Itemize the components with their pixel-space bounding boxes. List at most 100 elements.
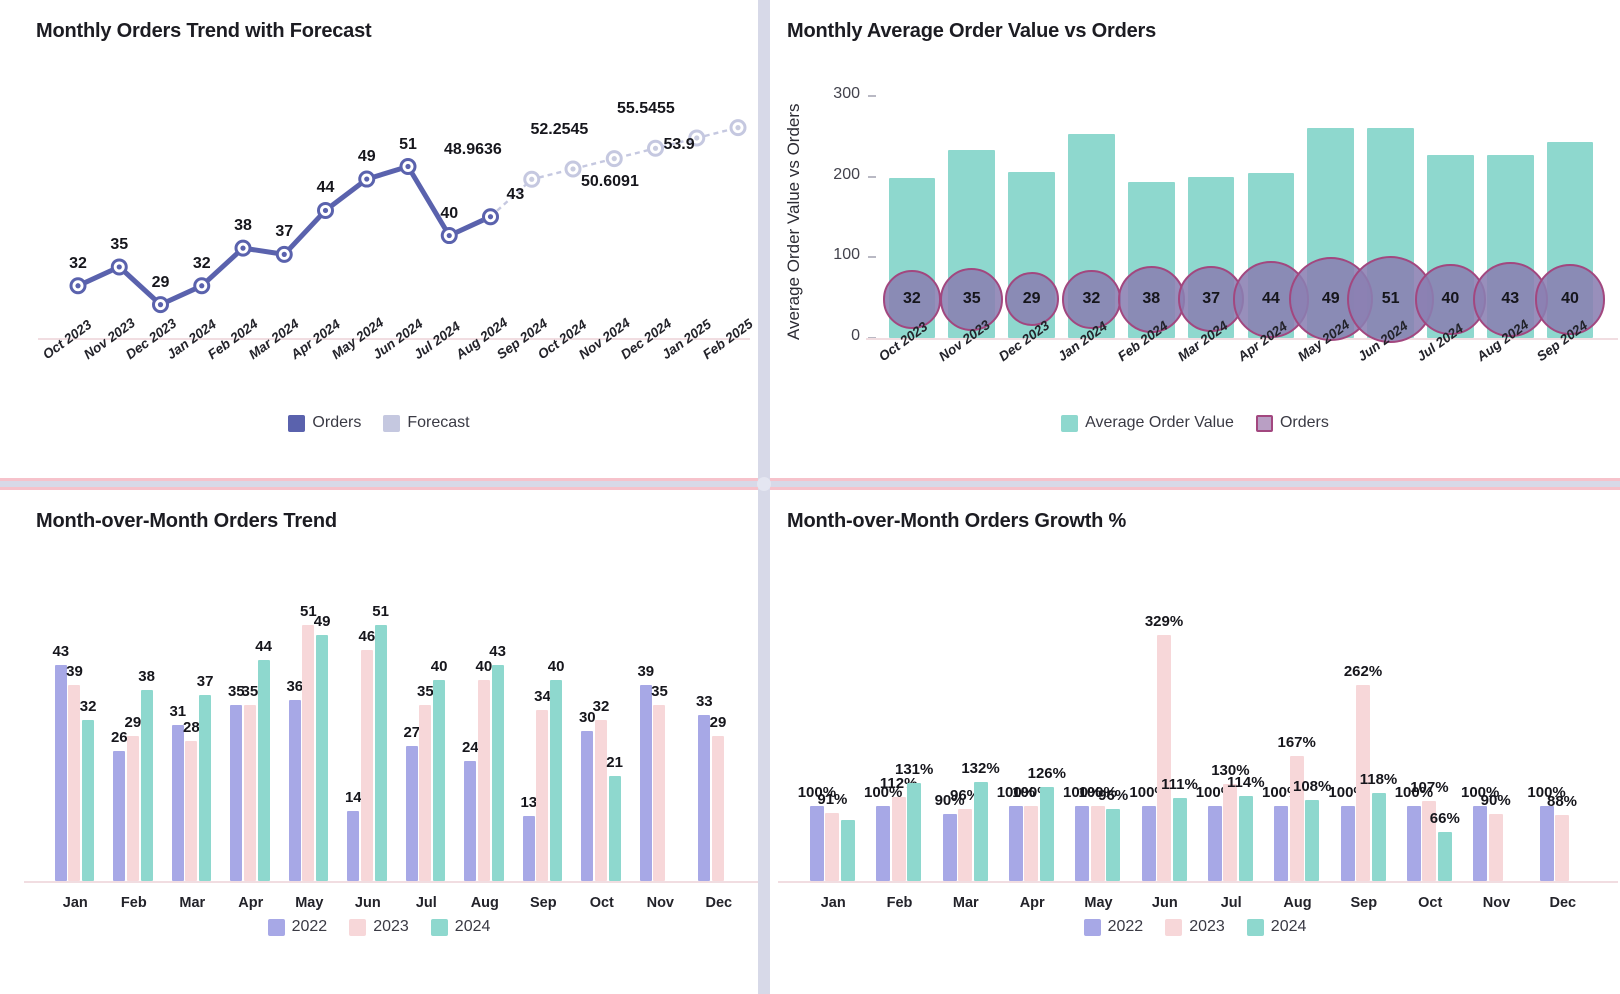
legend-label: Orders [1279, 414, 1329, 431]
x-axis-tick-label: Jan [820, 895, 846, 911]
bar-2022 [1008, 806, 1023, 881]
bar-value-label: 21 [606, 753, 623, 771]
bar-value-label: 329% [1144, 613, 1184, 631]
bar-value-label: 40 [475, 658, 493, 676]
x-axis-tick-label: Jul [1220, 895, 1242, 911]
x-axis-tick-label: Jan [62, 895, 88, 911]
horizontal-splitter[interactable] [0, 478, 1620, 490]
legend-item-2022[interactable]: 2022 [267, 918, 327, 936]
bar-2022 [1473, 806, 1488, 881]
legend-swatch-2024 [430, 918, 448, 936]
bar-value-label: 49 [313, 613, 331, 631]
bar-value-label: 33 [695, 693, 713, 711]
bar-2024 [491, 665, 504, 881]
splitter-knob[interactable] [757, 477, 771, 491]
x-axis-tick-label: Nov [646, 895, 674, 911]
legend-label: Orders [312, 414, 362, 431]
bar-2024 [1238, 795, 1253, 881]
bar-2023 [711, 735, 724, 881]
legend-aov-orders: Average Order Value Orders [770, 414, 1620, 432]
bar-2024 [1039, 786, 1054, 881]
bar-2023 [1024, 806, 1039, 881]
y-axis-tick-mark [868, 175, 876, 178]
forecast-point-label: 55.5455 [616, 100, 675, 117]
bar-2022 [876, 806, 891, 881]
x-axis-tick-label: Apr [1019, 895, 1045, 911]
bar-2023 [477, 680, 490, 881]
legend-swatch-2023 [1165, 918, 1183, 936]
legend-swatch-average-order-value [1061, 414, 1079, 432]
legend-item-average-order-value[interactable]: Average Order Value [1061, 414, 1234, 432]
legend-item-2023[interactable]: 2023 [1165, 918, 1225, 936]
x-axis-tick-label: Jul [415, 895, 437, 911]
legend-item-2023[interactable]: 2023 [349, 918, 409, 936]
legend-label: 2024 [1270, 918, 1307, 935]
x-axis-tick-label: Oct [589, 895, 614, 911]
bar-2022 [1207, 806, 1222, 881]
y-axis-tick-label: 100 [833, 246, 860, 264]
bar-2023 [1157, 635, 1172, 881]
bar-value-label: 27 [403, 723, 421, 741]
bar-value-label: 107% [1410, 779, 1449, 797]
bar-value-label: 26 [110, 728, 128, 746]
bar-2023 [594, 720, 607, 881]
bar-2023 [1289, 756, 1304, 881]
bar-2024 [550, 680, 563, 881]
bar-2023 [1488, 813, 1503, 881]
bar-2024 [140, 690, 153, 881]
data-point-label: 38 [234, 217, 252, 235]
x-axis-tick-label: May [1084, 895, 1113, 911]
bar-2023 [891, 797, 906, 881]
orders-bubble: 29 [1004, 272, 1059, 327]
bar-value-label: 36 [286, 678, 304, 696]
bar-value-label: 44 [255, 638, 272, 656]
bar-2022 [1340, 806, 1355, 881]
dashboard-root: Monthly Orders Trend with Forecast 32 35 2… [0, 0, 1620, 994]
bar-2023 [243, 705, 256, 881]
bar-value-label: 131% [895, 761, 934, 779]
bar-2023 [825, 813, 840, 881]
legend-item-orders[interactable]: Orders [288, 414, 361, 432]
bar-2023 [536, 710, 549, 881]
bar-2023 [1223, 783, 1238, 881]
x-axis-tick-label: Dec [705, 895, 733, 911]
y-axis-tick-mark [868, 256, 876, 259]
data-point-label: 43 [506, 185, 525, 203]
legend-swatch-2023 [349, 918, 367, 936]
legend-label: 2023 [373, 918, 409, 935]
bar-2023 [68, 685, 81, 881]
legend-label: 2022 [1107, 918, 1144, 935]
bar-2022 [288, 700, 301, 881]
legend-item-2024[interactable]: 2024 [430, 918, 490, 936]
legend-swatch-2024 [1246, 918, 1264, 936]
legend-item-2022[interactable]: 2022 [1083, 918, 1144, 936]
legend-swatch-forecast [383, 414, 401, 432]
bar-2022 [1141, 806, 1156, 881]
x-axis-tick-label: May [295, 895, 324, 911]
bar-value-label: 108% [1293, 778, 1332, 796]
bar-2022 [639, 685, 652, 881]
legend-item-forecast[interactable]: Forecast [383, 414, 470, 432]
x-axis-tick-label: Nov [1482, 895, 1511, 911]
bar-2022 [113, 750, 126, 881]
orders-bubble: 35 [940, 267, 1004, 331]
bar-2022 [1274, 806, 1289, 881]
legend-item-2024[interactable]: 2024 [1246, 918, 1307, 936]
bar-2024 [608, 775, 621, 881]
vertical-splitter[interactable] [758, 0, 770, 994]
legend-years-growth: 2022 2023 2024 [770, 918, 1620, 936]
bar-value-label: 51 [372, 603, 389, 621]
panel-mom-orders-growth: Month-over-Month Orders Growth % 100% 91%… [770, 490, 1620, 994]
bar-value-label: 35 [241, 683, 259, 701]
bar-value-label: 14 [344, 788, 362, 806]
bar-2022 [522, 815, 535, 881]
x-axis-tick-label: Sep [530, 895, 557, 911]
bar-value-label: 32 [79, 698, 97, 716]
legend-item-orders[interactable]: Orders [1255, 414, 1329, 432]
bar-2023 [958, 809, 973, 881]
bar-2023 [1090, 806, 1105, 881]
legend-years-trend: 2022 2023 2024 [0, 918, 758, 936]
legend-label: Average Order Value [1085, 414, 1234, 431]
bar-value-label: 39 [66, 663, 83, 681]
x-axis-tick-label: Feb [120, 895, 147, 911]
